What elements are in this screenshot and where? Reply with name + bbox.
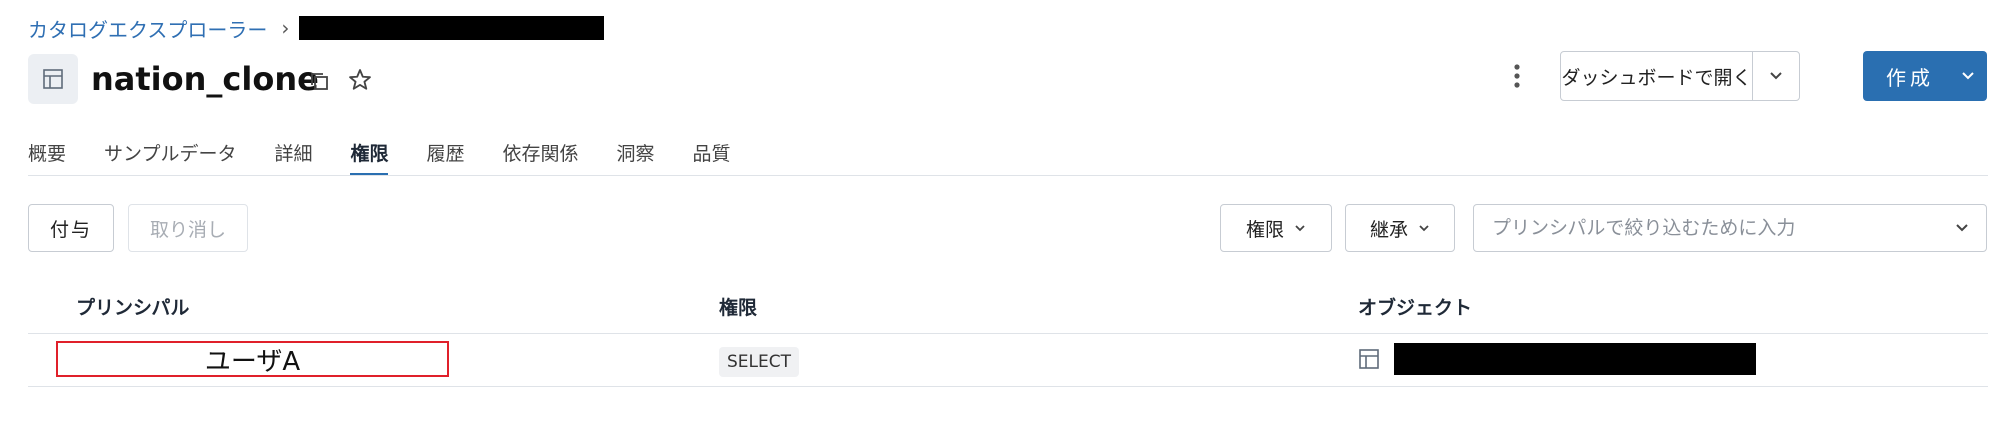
redacted-breadcrumb-path — [299, 16, 605, 40]
chevron-down-icon — [1419, 224, 1429, 231]
open-dashboard-button[interactable]: ダッシュボードで開く — [1561, 52, 1753, 100]
column-header-object[interactable]: オブジェクト — [1358, 293, 1472, 320]
more-options-icon[interactable] — [1503, 60, 1531, 92]
open-dashboard-split-button: ダッシュボードで開く — [1560, 51, 1800, 101]
copy-icon[interactable] — [304, 66, 334, 96]
tab-bar: 概要 サンプルデータ 詳細 権限 履歴 依存関係 洞察 品質 — [28, 134, 769, 176]
object-cell — [1358, 343, 1756, 375]
privilege-filter-label: 権限 — [1245, 218, 1284, 241]
inheritance-filter-label: 継承 — [1369, 218, 1408, 241]
principal-filter-combobox — [1473, 204, 1987, 252]
principal-cell: ユーザA — [56, 341, 449, 377]
tab-insights[interactable]: 洞察 — [617, 134, 655, 176]
column-header-principal[interactable]: プリンシパル — [76, 293, 189, 320]
grant-button[interactable]: 付与 — [28, 204, 114, 252]
chevron-down-icon — [1295, 224, 1305, 231]
principal-dropdown-chevron-down-icon[interactable] — [1938, 223, 1986, 233]
dashboard-dropdown-chevron-down-icon[interactable] — [1753, 52, 1799, 100]
star-icon[interactable] — [345, 65, 375, 95]
tab-sample-data[interactable]: サンプルデータ — [104, 134, 236, 176]
inheritance-filter-dropdown[interactable]: 継承 — [1345, 204, 1455, 252]
tab-details[interactable]: 詳細 — [274, 134, 312, 176]
privilege-filter-dropdown[interactable]: 権限 — [1220, 204, 1332, 252]
table-icon — [43, 69, 63, 89]
tab-permissions[interactable]: 権限 — [350, 134, 389, 176]
tab-dependencies[interactable]: 依存関係 — [503, 134, 579, 176]
principal-search-input[interactable] — [1474, 204, 1938, 252]
create-chevron-down-icon — [1949, 71, 1987, 81]
privilege-badge: SELECT — [719, 347, 799, 377]
table-row-divider — [28, 386, 1988, 387]
create-button-label: 作成 — [1886, 65, 1934, 90]
revoke-button[interactable]: 取り消し — [128, 204, 248, 252]
tab-overview[interactable]: 概要 — [28, 134, 66, 176]
create-button[interactable]: 作成 — [1863, 51, 1987, 101]
tab-divider — [28, 175, 1988, 176]
table-type-icon — [28, 54, 78, 104]
tab-history[interactable]: 履歴 — [426, 134, 464, 176]
breadcrumb-separator: › — [281, 16, 290, 40]
page-title: nation_clone — [91, 60, 319, 98]
breadcrumb-catalog-explorer-link[interactable]: カタログエクスプローラー — [28, 14, 267, 43]
tab-quality[interactable]: 品質 — [693, 134, 731, 176]
redacted-object-name[interactable] — [1394, 343, 1756, 375]
column-header-privilege[interactable]: 権限 — [719, 293, 757, 320]
table-icon — [1359, 349, 1379, 369]
breadcrumb: カタログエクスプローラー › — [28, 14, 605, 43]
table-header-divider — [28, 333, 1988, 334]
